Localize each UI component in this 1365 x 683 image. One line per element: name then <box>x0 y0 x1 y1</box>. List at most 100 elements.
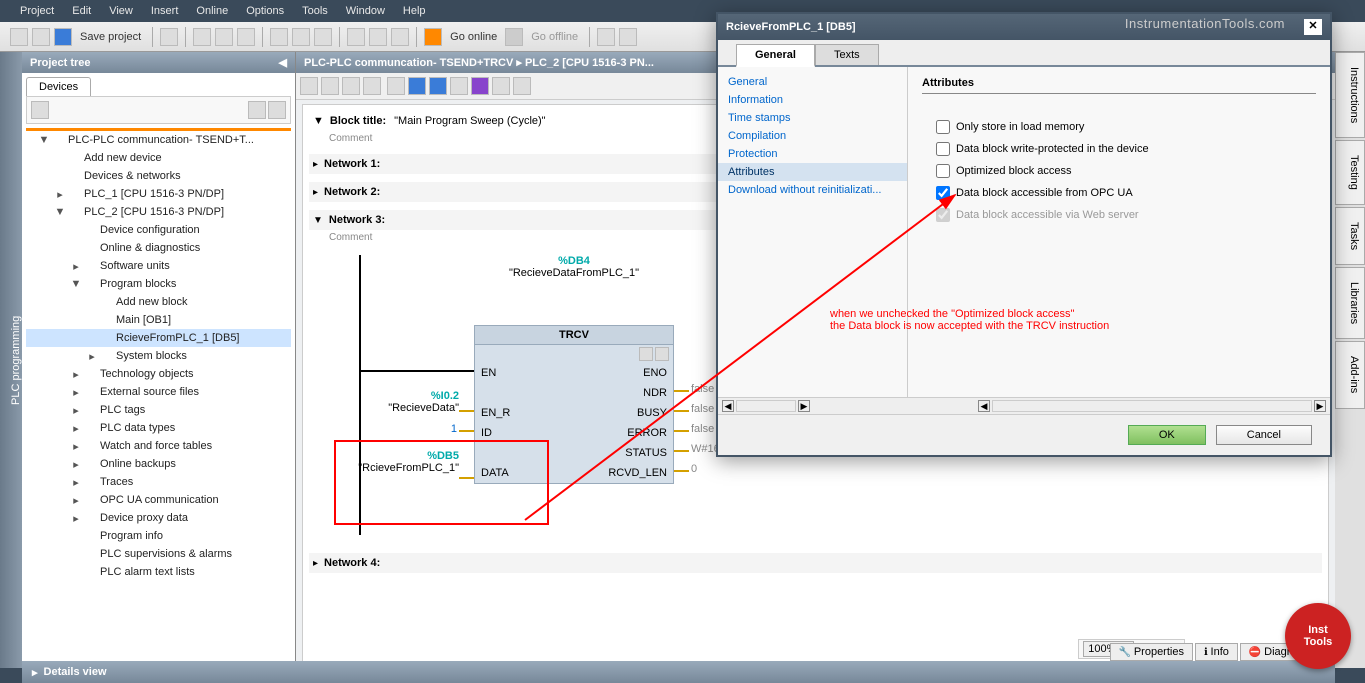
tree-item[interactable]: ▸Online backups <box>26 455 291 473</box>
tool-icon[interactable] <box>597 28 615 46</box>
tree-item[interactable]: ▸Watch and force tables <box>26 437 291 455</box>
menu-window[interactable]: Window <box>346 5 385 17</box>
nav-compilation[interactable]: Compilation <box>718 127 907 145</box>
upload-icon[interactable] <box>369 28 387 46</box>
tree-item[interactable]: ▸Traces <box>26 473 291 491</box>
delete-icon[interactable] <box>270 28 288 46</box>
save-icon[interactable] <box>54 28 72 46</box>
tree-item[interactable]: Add new device <box>26 149 291 167</box>
ed-icon-6[interactable] <box>408 77 426 95</box>
chk-load-memory[interactable] <box>936 120 950 134</box>
tree-item[interactable]: Program info <box>26 527 291 545</box>
menu-view[interactable]: View <box>109 5 133 17</box>
ed-icon-11[interactable] <box>513 77 531 95</box>
open-icon[interactable] <box>32 28 50 46</box>
block-title-expand[interactable]: ▼ <box>313 115 324 127</box>
vtab-addins[interactable]: Add-ins <box>1335 341 1365 408</box>
tree-item[interactable]: Main [OB1] <box>26 311 291 329</box>
tree-item[interactable]: ▼PLC_2 [CPU 1516-3 PN/DP] <box>26 203 291 221</box>
tree-view1-icon[interactable] <box>248 101 266 119</box>
tree-item[interactable]: Add new block <box>26 293 291 311</box>
nav-download[interactable]: Download without reinitializati... <box>718 181 907 199</box>
tree-item[interactable]: Devices & networks <box>26 167 291 185</box>
check-optimized[interactable]: Optimized block access <box>936 164 1316 178</box>
tree-item[interactable]: ▸PLC_1 [CPU 1516-3 PN/DP] <box>26 185 291 203</box>
vtab-testing[interactable]: Testing <box>1335 140 1365 205</box>
status-properties[interactable]: 🔧 Properties <box>1110 643 1193 661</box>
menu-project[interactable]: Project <box>20 5 54 17</box>
nav-timestamps[interactable]: Time stamps <box>718 109 907 127</box>
tree-view2-icon[interactable] <box>268 101 286 119</box>
ok-button[interactable]: OK <box>1128 425 1206 445</box>
tree-item[interactable]: ▸Technology objects <box>26 365 291 383</box>
vtab-tasks[interactable]: Tasks <box>1335 207 1365 265</box>
ed-icon-7[interactable] <box>429 77 447 95</box>
compile-icon[interactable] <box>391 28 409 46</box>
check-opcua[interactable]: Data block accessible from OPC UA <box>936 186 1316 200</box>
menu-edit[interactable]: Edit <box>72 5 91 17</box>
ed-icon-8[interactable] <box>450 77 468 95</box>
ed-icon-5[interactable] <box>387 77 405 95</box>
ed-icon-3[interactable] <box>342 77 360 95</box>
net3-expand[interactable]: ▼ <box>313 215 323 226</box>
ed-icon-10[interactable] <box>492 77 510 95</box>
tab-texts[interactable]: Texts <box>815 44 879 65</box>
tree-item[interactable]: ▸System blocks <box>26 347 291 365</box>
new-icon[interactable] <box>10 28 28 46</box>
status-info[interactable]: ℹ Info <box>1195 643 1238 661</box>
chk-write-protected[interactable] <box>936 142 950 156</box>
tree-item[interactable]: ▼Program blocks <box>26 275 291 293</box>
redo-icon[interactable] <box>314 28 332 46</box>
tree-collapse-icon[interactable]: ◀ <box>279 56 287 69</box>
nav-scroll-left[interactable]: ◀ <box>722 400 734 412</box>
chk-opcua[interactable] <box>936 186 950 200</box>
nav-protection[interactable]: Protection <box>718 145 907 163</box>
net1-expand[interactable]: ▸ <box>313 159 318 170</box>
cut-icon[interactable] <box>193 28 211 46</box>
go-online-icon[interactable] <box>424 28 442 46</box>
ed-icon-1[interactable] <box>300 77 318 95</box>
content-scroll-right[interactable]: ▶ <box>1314 400 1326 412</box>
print-icon[interactable] <box>160 28 178 46</box>
paste-icon[interactable] <box>237 28 255 46</box>
details-view-bar[interactable]: ▸Details view <box>22 661 1335 683</box>
tree-item[interactable]: Device configuration <box>26 221 291 239</box>
tree-item[interactable]: PLC supervisions & alarms <box>26 545 291 563</box>
content-scroll-left[interactable]: ◀ <box>978 400 990 412</box>
nav-general[interactable]: General <box>718 73 907 91</box>
tree-item[interactable]: ▼PLC-PLC communcation- TSEND+T... <box>26 131 291 149</box>
tree-item[interactable]: PLC alarm text lists <box>26 563 291 581</box>
save-project-label[interactable]: Save project <box>76 31 145 43</box>
menu-insert[interactable]: Insert <box>151 5 179 17</box>
menu-online[interactable]: Online <box>196 5 228 17</box>
ed-icon-4[interactable] <box>363 77 381 95</box>
ed-icon-9[interactable] <box>471 77 489 95</box>
copy-icon[interactable] <box>215 28 233 46</box>
menu-help[interactable]: Help <box>403 5 426 17</box>
menu-tools[interactable]: Tools <box>302 5 328 17</box>
check-write-protected[interactable]: Data block write-protected in the device <box>936 142 1316 156</box>
tree-item[interactable]: ▸Software units <box>26 257 291 275</box>
go-online-label[interactable]: Go online <box>446 31 501 43</box>
nav-information[interactable]: Information <box>718 91 907 109</box>
tree-item[interactable]: ▸PLC data types <box>26 419 291 437</box>
tree-item[interactable]: ▸External source files <box>26 383 291 401</box>
trcv-help-icon[interactable] <box>639 347 653 361</box>
download-icon[interactable] <box>347 28 365 46</box>
devices-tab[interactable]: Devices <box>26 77 91 96</box>
tree-item[interactable]: ▸Device proxy data <box>26 509 291 527</box>
block-title-value[interactable]: "Main Program Sweep (Cycle)" <box>394 115 545 127</box>
tree-item[interactable]: Online & diagnostics <box>26 239 291 257</box>
dialog-close-button[interactable]: ✕ <box>1304 19 1322 35</box>
go-offline-icon[interactable] <box>505 28 523 46</box>
chk-optimized[interactable] <box>936 164 950 178</box>
undo-icon[interactable] <box>292 28 310 46</box>
net4-expand[interactable]: ▸ <box>313 558 318 569</box>
ed-icon-2[interactable] <box>321 77 339 95</box>
tree-item[interactable]: ▸PLC tags <box>26 401 291 419</box>
nav-attributes[interactable]: Attributes <box>718 163 907 181</box>
trcv-config-icon[interactable] <box>655 347 669 361</box>
net2-expand[interactable]: ▸ <box>313 187 318 198</box>
check-load-memory[interactable]: Only store in load memory <box>936 120 1316 134</box>
cancel-button[interactable]: Cancel <box>1216 425 1312 445</box>
